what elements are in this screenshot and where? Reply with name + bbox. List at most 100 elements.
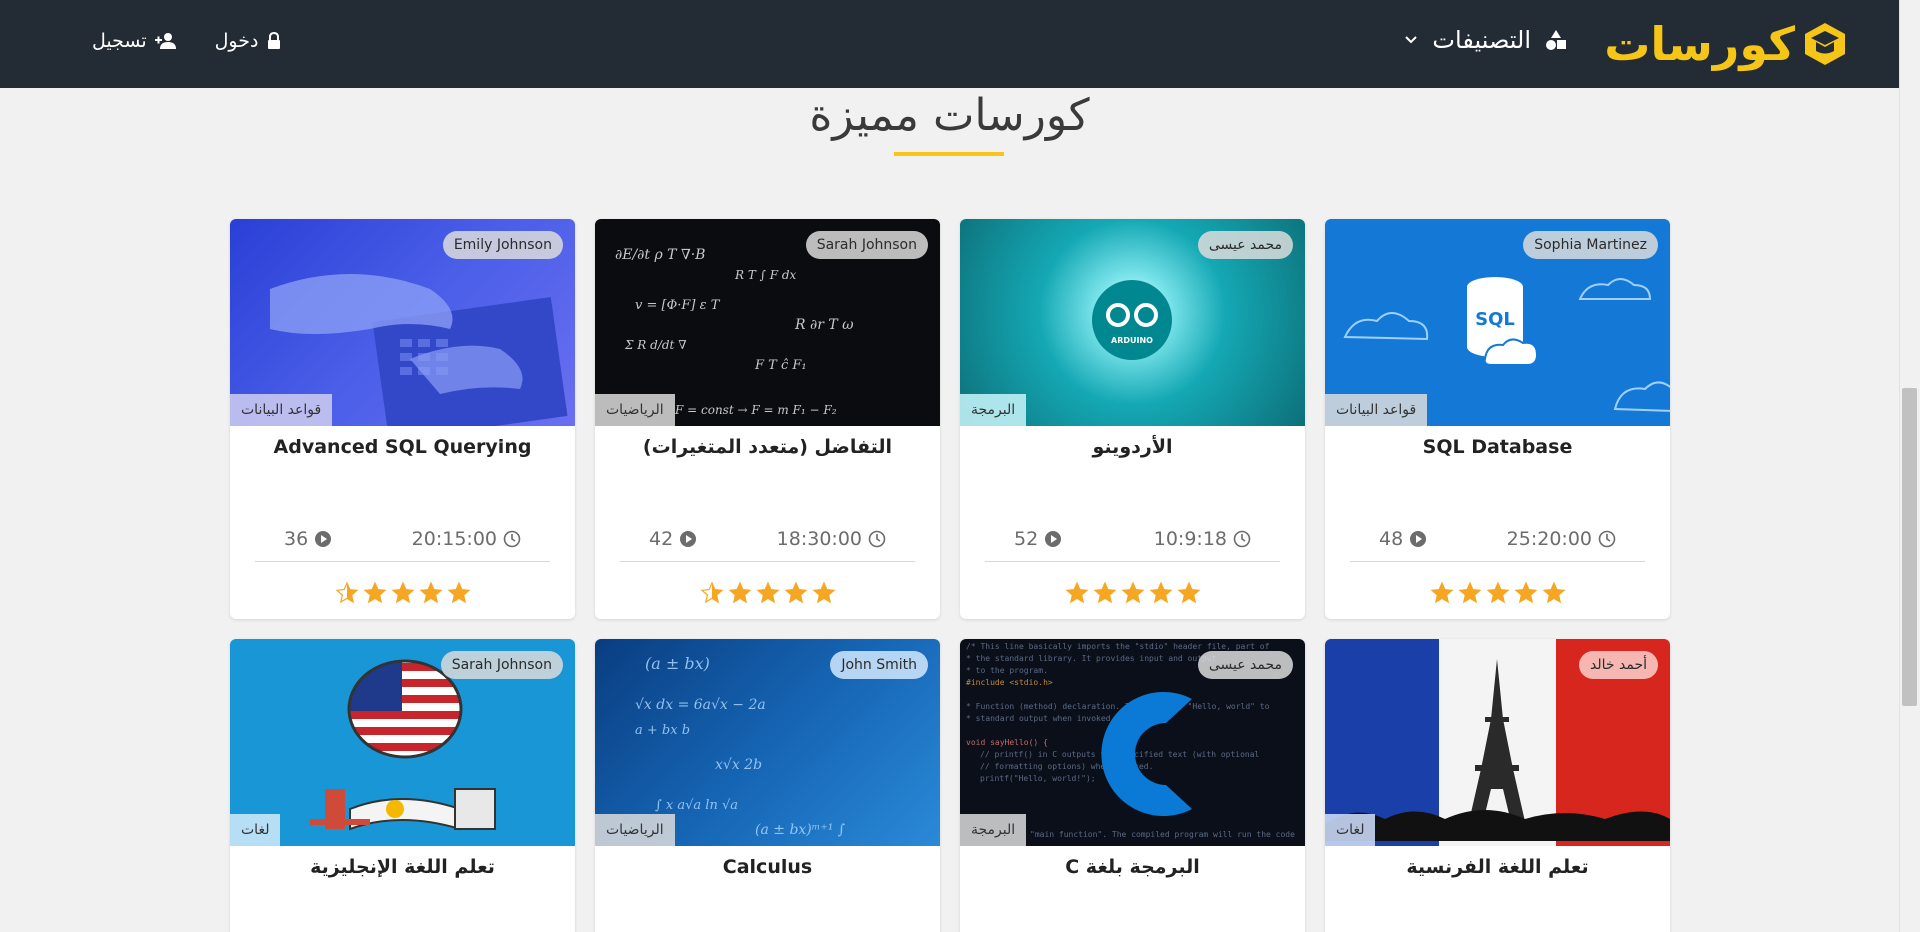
- login-label: دخول: [214, 30, 259, 52]
- category-tag[interactable]: البرمجة: [960, 814, 1027, 846]
- author-badge: Emily Johnson: [442, 231, 563, 259]
- scrollbar-thumb[interactable]: [1902, 388, 1917, 706]
- course-title[interactable]: SQL Database: [1325, 436, 1670, 470]
- category-tag[interactable]: الرياضيات: [595, 814, 675, 846]
- play-circle-icon: [1410, 531, 1427, 547]
- course-thumbnail: أحمد خالد لغات: [1325, 639, 1670, 846]
- course-thumbnail: ARDUINO محمد عيسى البرمجة: [960, 219, 1305, 426]
- author-badge: Sarah Johnson: [805, 231, 928, 259]
- course-card[interactable]: SQL Sophia Martinez قواعد البيانات SQL D…: [1325, 219, 1670, 619]
- category-tag[interactable]: لغات: [1325, 814, 1376, 846]
- course-meta: 52 10:9:18: [960, 519, 1305, 559]
- play-circle-icon: [315, 531, 332, 547]
- svg-text:ARDUINO: ARDUINO: [1111, 336, 1153, 345]
- course-thumbnail: Sarah Johnson لغات: [230, 639, 575, 846]
- category-tag[interactable]: قواعد البيانات: [230, 394, 333, 426]
- svg-text:x√x 2b: x√x 2b: [715, 757, 762, 773]
- brand-name: كورسات: [1604, 17, 1796, 71]
- star-full-icon: [419, 581, 442, 604]
- svg-text:R ∂r T ω: R ∂r T ω: [794, 317, 854, 333]
- course-title[interactable]: Calculus: [595, 856, 940, 890]
- course-meta: 48 25:20:00: [1325, 519, 1670, 559]
- course-card[interactable]: ARDUINO محمد عيسى البرمجة الأردوينو 52 1…: [960, 219, 1305, 619]
- lessons-value: 48: [1379, 528, 1404, 550]
- rating-stars: [230, 581, 575, 605]
- svg-text:* Function (method) declaratio: * Function (method) declaration. This ou…: [966, 702, 1270, 711]
- course-card[interactable]: /* This line basically imports the "stdi…: [960, 639, 1305, 932]
- star-full-icon: [447, 581, 470, 604]
- star-full-icon: [784, 581, 807, 604]
- category-tag[interactable]: الرياضيات: [595, 394, 675, 426]
- user-plus-icon: [154, 33, 176, 49]
- star-full-icon: [1065, 581, 1088, 604]
- rating-stars: [960, 581, 1305, 605]
- duration-value: 20:15:00: [411, 528, 497, 550]
- course-thumbnail: ∂E/∂t ρ T ∇·B R T ∫ F dx v = [Φ·F] ε T R…: [595, 219, 940, 426]
- author-badge: Sarah Johnson: [440, 651, 563, 679]
- svg-text:/* This line basically imports: /* This line basically imports the "stdi…: [966, 642, 1270, 651]
- svg-text:Σ R d/dt ∇: Σ R d/dt ∇: [624, 338, 687, 352]
- svg-text:(a ± bx): (a ± bx): [645, 654, 710, 673]
- login-link[interactable]: دخول: [215, 30, 283, 52]
- course-title[interactable]: الأردوينو: [960, 436, 1305, 470]
- course-title[interactable]: تعلم اللغة الفرنسية: [1325, 856, 1670, 890]
- course-meta: 36 20:15:00: [230, 519, 575, 559]
- course-card[interactable]: Emily Johnson قواعد البيانات Advanced SQ…: [230, 219, 575, 619]
- svg-text:∫ x a√a ln √a: ∫ x a√a ln √a: [655, 798, 738, 813]
- lessons-value: 52: [1014, 528, 1039, 550]
- course-title[interactable]: التفاضل (متعدد المتغيرات): [595, 436, 940, 470]
- star-full-icon: [1177, 581, 1200, 604]
- course-card[interactable]: Sarah Johnson لغات تعلم اللغة الإنجليزية: [230, 639, 575, 932]
- rating-stars: [1325, 581, 1670, 605]
- svg-text:#include <stdio.h>: #include <stdio.h>: [966, 678, 1053, 687]
- course-title[interactable]: تعلم اللغة الإنجليزية: [230, 856, 575, 890]
- card-divider: [985, 561, 1280, 562]
- svg-text:∂E/∂t ρ T ∇·B: ∂E/∂t ρ T ∇·B: [615, 247, 705, 263]
- author-badge: John Smith: [830, 651, 928, 679]
- course-card[interactable]: أحمد خالد لغات تعلم اللغة الفرنسية: [1325, 639, 1670, 932]
- categories-dropdown[interactable]: التصنيفات: [1404, 26, 1567, 54]
- brand-logo[interactable]: كورسات: [1604, 16, 1847, 72]
- graduation-cap-icon: [1805, 23, 1845, 65]
- star-full-icon: [1149, 581, 1172, 604]
- svg-text:√x dx = 6a√x − 2a: √x dx = 6a√x − 2a: [635, 697, 766, 713]
- shapes-icon: [1546, 30, 1566, 50]
- svg-text:SQL: SQL: [1475, 309, 1515, 330]
- svg-text:* standard output when invoked: * standard output when invoked.: [966, 714, 1115, 723]
- clock-icon: [503, 530, 521, 548]
- course-card[interactable]: (a ± bx) √x dx = 6a√x − 2a a + bx b x√x …: [595, 639, 940, 932]
- section-title: كورسات مميزة: [809, 90, 1090, 141]
- rating-stars: [595, 581, 940, 605]
- duration: 10:9:18: [1154, 528, 1251, 550]
- category-tag[interactable]: قواعد البيانات: [1325, 394, 1428, 426]
- svg-text:(a ± bx)ᵐ⁺¹ ∫: (a ± bx)ᵐ⁺¹ ∫: [755, 822, 845, 838]
- svg-text:void sayHello() {: void sayHello() {: [966, 738, 1048, 747]
- clock-icon: [1233, 530, 1251, 548]
- card-divider: [255, 561, 550, 562]
- lessons-count: 48: [1379, 528, 1427, 550]
- page-scrollbar[interactable]: [1899, 0, 1920, 932]
- course-title[interactable]: Advanced SQL Querying: [230, 436, 575, 470]
- register-link[interactable]: تسجيل: [92, 30, 177, 52]
- star-half-icon: [335, 581, 358, 604]
- clock-icon: [1598, 530, 1616, 548]
- author-badge: محمد عيسى: [1197, 651, 1293, 679]
- duration: 20:15:00: [412, 528, 521, 550]
- auth-links: تسجيل دخول: [92, 30, 282, 52]
- lock-icon: [268, 32, 281, 49]
- star-full-icon: [728, 581, 751, 604]
- category-tag[interactable]: البرمجة: [960, 394, 1027, 426]
- lessons-value: 42: [649, 528, 674, 550]
- chevron-down-icon: [1405, 36, 1418, 44]
- star-half-icon: [700, 581, 723, 604]
- course-title[interactable]: البرمجة بلغة C: [960, 856, 1305, 890]
- duration-value: 10:9:18: [1153, 528, 1227, 550]
- play-circle-icon: [1045, 531, 1062, 547]
- duration-value: 25:20:00: [1506, 528, 1592, 550]
- star-full-icon: [1486, 581, 1509, 604]
- svg-text:* the standard library. It pro: * the standard library. It provides inpu…: [966, 654, 1217, 663]
- svg-text:F T ĉ F₁: F T ĉ F₁: [754, 358, 807, 373]
- star-full-icon: [1542, 581, 1565, 604]
- course-card[interactable]: ∂E/∂t ρ T ∇·B R T ∫ F dx v = [Φ·F] ε T R…: [595, 219, 940, 619]
- category-tag[interactable]: لغات: [230, 814, 281, 846]
